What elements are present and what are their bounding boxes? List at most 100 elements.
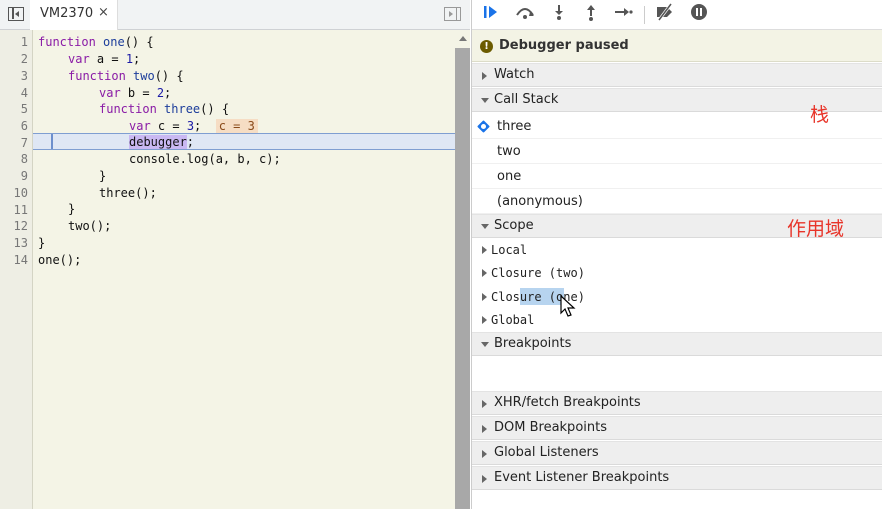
code-text: ; <box>133 52 141 66</box>
call-frame-label: (anonymous) <box>497 194 583 209</box>
expand-arrow-icon <box>482 475 487 483</box>
function-name: two <box>125 69 155 83</box>
section-label: Scope <box>494 218 534 233</box>
scope-label: Local <box>491 243 528 257</box>
function-name: three <box>156 102 201 116</box>
keyword: var <box>68 52 90 66</box>
section-breakpoints[interactable]: Breakpoints <box>472 332 882 356</box>
debugger-sidebar: ! Debugger paused Watch Call Stack three… <box>471 0 882 509</box>
file-tab-label: VM2370 <box>40 6 94 21</box>
number-literal: 2 <box>156 86 165 100</box>
keyword: var <box>99 86 121 100</box>
scope-closure-two[interactable]: Closure (two) <box>472 262 882 285</box>
section-label: Watch <box>494 67 535 82</box>
call-frame-two[interactable]: two <box>472 139 882 164</box>
toggle-navigator-icon[interactable] <box>8 7 24 21</box>
code-text: ; <box>186 135 195 149</box>
line-number[interactable]: 14 <box>0 253 28 267</box>
section-label: DOM Breakpoints <box>494 420 607 435</box>
call-frame-label: three <box>497 119 532 134</box>
section-watch[interactable]: Watch <box>472 63 882 87</box>
line-number[interactable]: 10 <box>0 186 28 200</box>
code-line: } <box>68 202 76 216</box>
scope-global[interactable]: Global <box>472 309 882 332</box>
code-line: function three() { <box>99 101 229 118</box>
deactivate-breakpoints-icon[interactable] <box>654 3 676 25</box>
line-number[interactable]: 7 <box>0 136 28 150</box>
section-label: XHR/fetch Breakpoints <box>494 395 641 410</box>
section-label: Breakpoints <box>494 336 572 351</box>
scope-local[interactable]: Local <box>472 239 882 262</box>
current-frame-arrow-icon <box>477 120 490 133</box>
section-dom-breakpoints[interactable]: DOM Breakpoints <box>472 416 882 440</box>
code-line: function one() { <box>38 34 154 51</box>
toolbar-separator <box>644 6 645 24</box>
expand-arrow-icon <box>482 293 487 301</box>
section-label: Global Listeners <box>494 445 599 460</box>
expand-arrow-icon <box>482 425 487 433</box>
section-xhr-breakpoints[interactable]: XHR/fetch Breakpoints <box>472 391 882 415</box>
line-number[interactable]: 9 <box>0 169 28 183</box>
debugger-statement: debugger <box>129 135 187 149</box>
code-line: three(); <box>99 186 157 200</box>
call-frame-one[interactable]: one <box>472 164 882 189</box>
scroll-up-arrow-icon[interactable] <box>459 36 467 41</box>
step-out-icon[interactable] <box>580 3 602 25</box>
expand-arrow-icon <box>482 316 487 324</box>
keyword: function <box>99 102 157 116</box>
code-text: a = <box>89 52 126 66</box>
code-line: var a = 1; <box>68 51 140 68</box>
step-icon[interactable] <box>612 3 634 25</box>
code-text: b = <box>120 86 157 100</box>
code-line: debugger; <box>129 134 194 151</box>
line-number-gutter[interactable]: 1 2 3 4 5 6 7 8 9 10 11 12 13 14 <box>0 30 33 509</box>
call-frame-label: two <box>497 144 521 159</box>
line-number[interactable]: 3 <box>0 69 28 83</box>
code-line: console.log(a, b, c); <box>129 152 281 166</box>
line-number[interactable]: 13 <box>0 236 28 250</box>
paused-status-text: Debugger paused <box>499 38 629 53</box>
code-text: () { <box>154 69 184 83</box>
expand-arrow-icon <box>482 269 487 277</box>
mouse-pointer-icon <box>560 294 576 319</box>
code-line: var b = 2; <box>99 85 171 102</box>
source-editor-pane: VM2370 × 1 2 3 4 5 6 7 8 9 10 11 12 13 1… <box>0 0 470 509</box>
file-tab-vm2370[interactable]: VM2370 × <box>30 0 118 30</box>
close-tab-icon[interactable]: × <box>98 5 109 20</box>
call-frame-anonymous[interactable]: (anonymous) <box>472 189 882 214</box>
line-number[interactable]: 2 <box>0 52 28 66</box>
keyword: function <box>68 69 126 83</box>
annotation-scope: 作用域 <box>787 218 845 240</box>
expand-arrow-icon <box>482 400 487 408</box>
editor-scrollbar[interactable] <box>455 48 470 509</box>
code-text: c = <box>150 119 187 133</box>
code-line: var c = 3; c = 3 <box>129 118 258 135</box>
toggle-debugger-sidebar-icon[interactable] <box>444 7 461 21</box>
code-area[interactable]: function one() { var a = 1; function two… <box>33 30 455 509</box>
line-number[interactable]: 1 <box>0 35 28 49</box>
line-number[interactable]: 12 <box>0 219 28 233</box>
expand-arrow-icon <box>482 450 487 458</box>
section-label: Event Listener Breakpoints <box>494 470 670 485</box>
line-number[interactable]: 8 <box>0 152 28 166</box>
code-line: one(); <box>38 253 82 267</box>
line-number[interactable]: 6 <box>0 119 28 133</box>
pause-on-exceptions-icon[interactable] <box>688 3 710 25</box>
collapse-arrow-icon <box>481 224 489 229</box>
editor-tab-bar: VM2370 × <box>0 0 470 30</box>
keyword: var <box>129 119 151 133</box>
debugger-toolbar <box>472 0 882 30</box>
line-number[interactable]: 4 <box>0 86 28 100</box>
line-number[interactable]: 11 <box>0 203 28 217</box>
annotation-stack: 栈 <box>810 104 830 126</box>
step-into-icon[interactable] <box>548 3 570 25</box>
section-label: Call Stack <box>494 92 559 107</box>
line-number[interactable]: 5 <box>0 102 28 116</box>
breakpoints-list-empty <box>472 357 882 391</box>
call-frame-label: one <box>497 169 522 184</box>
resume-icon[interactable] <box>480 3 502 25</box>
scope-closure-one[interactable]: Closure (one) <box>472 286 882 309</box>
section-global-listeners[interactable]: Global Listeners <box>472 441 882 465</box>
step-over-icon[interactable] <box>514 3 536 25</box>
section-event-listener-breakpoints[interactable]: Event Listener Breakpoints <box>472 466 882 490</box>
